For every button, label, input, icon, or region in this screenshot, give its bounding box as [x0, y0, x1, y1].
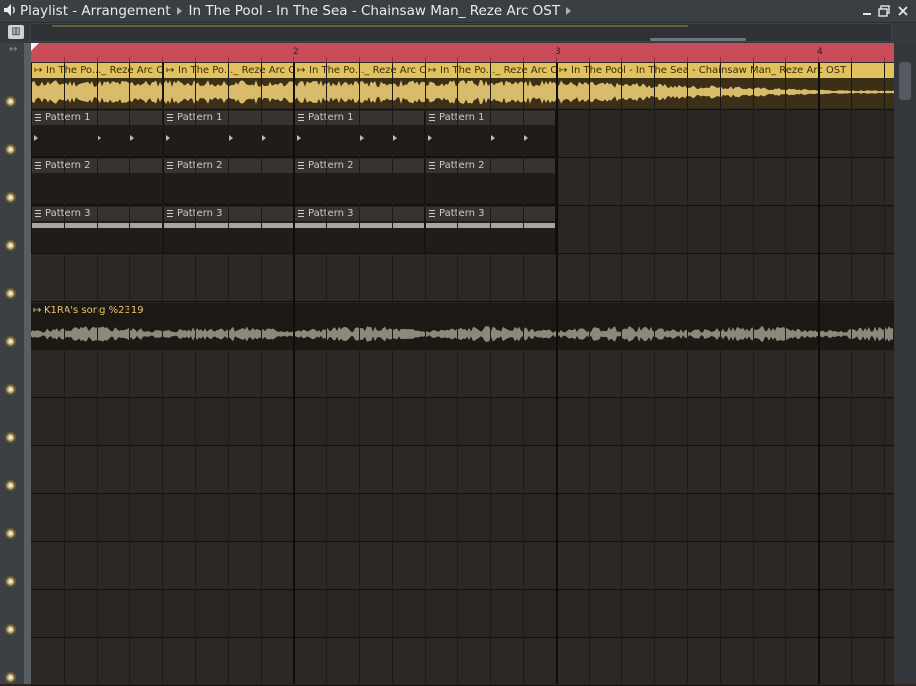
- close-icon[interactable]: [896, 4, 910, 18]
- note-mark: [166, 135, 170, 141]
- audio-clip-k1ra[interactable]: K1RA's song %2319: [31, 303, 894, 350]
- playhead-marker[interactable]: [31, 43, 39, 51]
- audio-waveform: [164, 80, 294, 104]
- clip-title: In The Po..._ Reze Arc OST: [426, 63, 556, 78]
- track-mute-button[interactable]: [5, 240, 16, 251]
- track-row[interactable]: [31, 590, 894, 638]
- note-mark: [295, 223, 424, 228]
- resize-arrows-icon[interactable]: ↔: [9, 44, 17, 55]
- track-mute-button[interactable]: [5, 576, 16, 587]
- track-row[interactable]: [31, 542, 894, 590]
- track-mute-button[interactable]: [5, 528, 16, 539]
- track-mute-button[interactable]: [5, 192, 16, 203]
- chevron-right-icon: [176, 7, 182, 15]
- track-row[interactable]: [31, 446, 894, 494]
- song-overview-bar: [52, 25, 688, 27]
- grid-line: [162, 62, 163, 684]
- note-mark: [130, 135, 134, 141]
- timeline-ruler[interactable]: 2 3 4: [31, 43, 894, 62]
- bar-number-3: 3: [555, 47, 561, 57]
- audio-waveform: [557, 80, 894, 104]
- grid-line: [228, 62, 229, 684]
- note-mark: [491, 135, 495, 141]
- breadcrumb: Playlist - Arrangement In The Pool - In …: [4, 2, 578, 20]
- title-bar: Playlist - Arrangement In The Pool - In …: [0, 0, 916, 23]
- chevron-right-icon[interactable]: [566, 7, 572, 15]
- vertical-scrollbar[interactable]: [899, 62, 911, 100]
- clip-title: K1RA's song %2319: [31, 303, 894, 318]
- grid-line: [425, 62, 426, 684]
- grid-line: [589, 62, 590, 684]
- grid-line: [64, 62, 65, 684]
- audio-clip-long[interactable]: In The Pool - In The Sea - Chainsaw Man_…: [556, 63, 894, 108]
- track-row[interactable]: [31, 398, 894, 446]
- grid-line: [851, 62, 852, 684]
- toolbar: [0, 23, 916, 43]
- grid-line: [720, 62, 721, 684]
- grid-line: [556, 62, 558, 684]
- note-mark: [428, 135, 432, 141]
- grid-line: [654, 62, 655, 684]
- speaker-icon[interactable]: [3, 3, 17, 17]
- track-mute-button[interactable]: [5, 624, 16, 635]
- track-mute-button[interactable]: [5, 672, 16, 683]
- breadcrumb-playlist[interactable]: Playlist - Arrangement: [20, 3, 171, 19]
- track-mute-button[interactable]: [5, 144, 16, 155]
- grid-line: [490, 62, 491, 684]
- note-mark: [524, 135, 528, 141]
- track-row[interactable]: [31, 350, 894, 398]
- grid-line: [687, 62, 688, 684]
- bar-number-4: 4: [817, 47, 823, 57]
- note-mark: [297, 135, 301, 141]
- note-mark: [360, 135, 364, 141]
- note-mark: [393, 135, 397, 141]
- grid-line: [97, 62, 98, 684]
- minimize-icon[interactable]: [860, 4, 874, 18]
- vertical-scroll-column: [894, 43, 916, 684]
- clip-title: In The Po..._ Reze Arc OST: [295, 63, 425, 78]
- grid-line: [818, 62, 820, 684]
- grid-line: [753, 62, 754, 684]
- grid-line: [392, 62, 393, 684]
- restore-icon[interactable]: [877, 4, 891, 18]
- grid-line: [523, 62, 524, 684]
- bar-number-2: 2: [293, 47, 299, 57]
- note-mark: [34, 135, 38, 141]
- note-mark: [426, 223, 555, 228]
- audio-waveform: [426, 80, 556, 104]
- track-mute-button[interactable]: [5, 336, 16, 347]
- track-mute-button[interactable]: [5, 288, 16, 299]
- grid-line: [621, 62, 622, 684]
- track-mute-button[interactable]: [5, 432, 16, 443]
- grid-line: [293, 62, 295, 684]
- track-mute-button[interactable]: [5, 480, 16, 491]
- grid-line: [884, 62, 885, 684]
- clip-title: In The Pool - In The Sea - Chainsaw Man_…: [557, 63, 894, 78]
- track-mute-column: [0, 43, 24, 684]
- track-row[interactable]: [31, 254, 894, 302]
- clip-title: In The Po..._ Reze Arc OST: [164, 63, 294, 78]
- track-header-strip: [24, 43, 31, 684]
- breadcrumb-song[interactable]: In The Pool - In The Sea - Chainsaw Man_…: [189, 3, 561, 19]
- grid-line: [326, 62, 327, 684]
- audio-waveform: [31, 326, 893, 342]
- grid-line: [457, 62, 458, 684]
- track-row[interactable]: [31, 494, 894, 542]
- grid-line: [195, 62, 196, 684]
- track-mute-button[interactable]: [5, 384, 16, 395]
- track-row[interactable]: [31, 638, 894, 686]
- track-mute-button[interactable]: [5, 96, 16, 107]
- grid-line: [785, 62, 786, 684]
- grid-line: [359, 62, 360, 684]
- horizontal-scrollbar[interactable]: [650, 38, 746, 41]
- note-mark: [164, 223, 293, 228]
- grid-line: [261, 62, 262, 684]
- note-mark: [262, 135, 266, 141]
- audio-waveform: [295, 80, 425, 104]
- grid-line: [129, 62, 130, 684]
- note-mark: [229, 135, 233, 141]
- piano-roll-icon[interactable]: ▥: [8, 25, 24, 39]
